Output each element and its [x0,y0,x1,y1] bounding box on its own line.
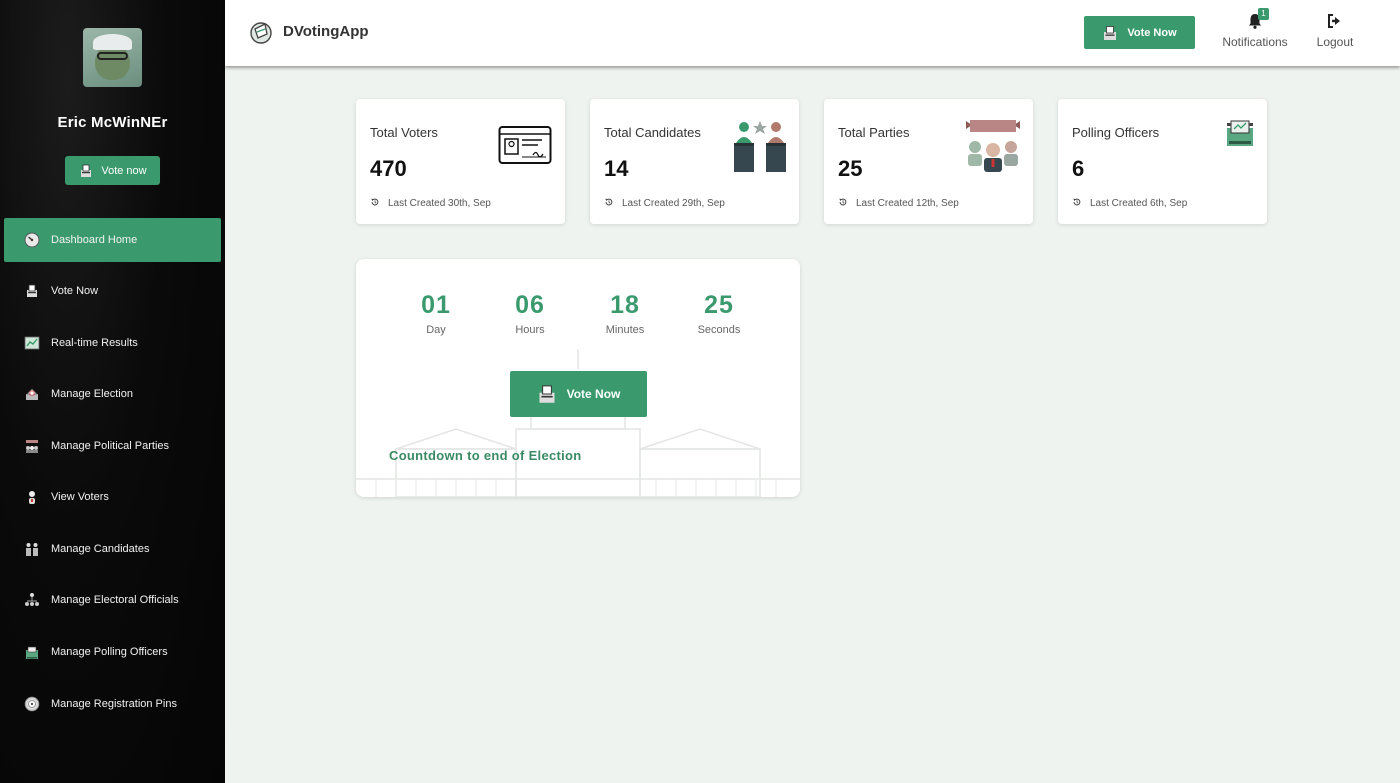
stat-card-total-candidates[interactable]: Total Candidates 14 Last Created 29th, S… [590,99,799,224]
history-icon [370,197,380,210]
countdown-value: 01 [421,291,451,319]
countdown-panel: 01 Day 06 Hours 18 Minutes 25 Seconds Vo… [356,259,800,497]
sidebar-item-label: Dashboard Home [51,234,138,246]
avatar-glasses [97,52,128,60]
sidebar-item-label: View Voters [51,491,109,503]
ballot-box-icon [78,163,94,179]
sidebar-item-real-time-results[interactable]: Real-time Results [4,321,221,365]
stat-meta: Last Created 30th, Sep [370,197,491,210]
stat-meta-text: Last Created 30th, Sep [388,198,491,209]
stat-label: Total Parties [838,125,910,140]
voter-icon [24,489,40,505]
polling-officer-icon [24,644,40,660]
candidates-icon [24,541,40,557]
sidebar-item-manage-polling-officers[interactable]: Manage Polling Officers [4,630,221,674]
countdown-unit-label: Hours [515,324,545,336]
history-icon [1072,197,1082,210]
notifications-label: Notifications [1222,35,1288,49]
stat-meta: Last Created 29th, Sep [604,197,725,210]
stat-label: Total Candidates [604,125,701,140]
sidebar-vote-label: Vote now [101,164,147,177]
sidebar-item-dashboard-home[interactable]: Dashboard Home [4,218,221,262]
logout-button[interactable]: Logout [1313,12,1357,49]
countdown-value: 06 [515,291,545,319]
header-vote-button[interactable]: Vote Now [1084,16,1195,49]
sidebar-vote-button[interactable]: Vote now [65,156,160,185]
ballot-box-icon [1102,25,1118,41]
stat-meta: Last Created 12th, Sep [838,197,959,210]
bell-icon: 1 [1246,8,1269,30]
notifications-button[interactable]: 1 Notifications [1220,8,1290,49]
sidebar-item-vote-now[interactable]: Vote Now [4,269,221,313]
logout-icon [1326,12,1344,30]
user-name: Eric McWinNEr [57,114,168,131]
stat-card-total-voters[interactable]: Total Voters 470 Last Created 30th, Sep [356,99,565,224]
results-chart-icon [24,335,40,351]
countdown-vote-label: Vote Now [566,387,621,401]
sidebar-item-label: Manage Polling Officers [51,646,168,658]
building-illustration [356,349,800,497]
logout-label: Logout [1316,35,1354,49]
stat-value: 14 [604,156,629,181]
ballot-box-icon [24,283,40,299]
stat-value: 470 [370,156,407,181]
countdown-minutes: 18 Minutes [585,291,665,336]
history-icon [838,197,848,210]
countdown-unit-label: Day [426,324,446,336]
sidebar: Eric McWinNEr Vote now Dashboard Home Vo… [0,0,225,783]
sidebar-item-label: Manage Candidates [51,543,150,555]
stat-value: 25 [838,156,863,181]
sidebar-item-label: Real-time Results [51,337,138,349]
header-vote-label: Vote Now [1127,26,1177,39]
sidebar-item-manage-candidates[interactable]: Manage Candidates [4,527,221,571]
countdown-value: 25 [704,291,734,319]
officials-icon [24,592,40,608]
stat-card-total-parties[interactable]: Total Parties 25 Last Created 12th, Sep [824,99,1033,224]
history-icon [604,197,614,210]
sidebar-item-label: Manage Political Parties [51,440,170,452]
avatar-hat [93,34,132,50]
stat-meta-text: Last Created 6th, Sep [1090,198,1188,209]
sidebar-item-label: Vote Now [51,285,99,297]
parties-icon [24,438,40,454]
countdown-hours: 06 Hours [490,291,570,336]
polling-officer-icon [1226,119,1254,152]
stat-meta: Last Created 6th, Sep [1072,197,1187,210]
countdown-value: 18 [610,291,640,319]
stat-value: 6 [1072,156,1085,181]
sidebar-item-manage-political-parties[interactable]: Manage Political Parties [4,424,221,468]
election-icon [24,386,40,402]
countdown-caption: Countdown to end of Election [389,448,582,463]
avatar[interactable] [83,28,142,87]
top-header: DVotingApp Vote Now 1 Notifications Logo… [225,0,1400,66]
stat-card-polling-officers[interactable]: Polling Officers 6 Last Created 6th, Sep [1058,99,1267,224]
candidates-podium-icon [732,119,788,178]
dashboard-gauge-icon [24,232,40,248]
countdown-days: 01 Day [396,291,476,336]
sidebar-item-label: Manage Registration Pins [51,698,177,710]
notifications-badge: 1 [1258,8,1269,20]
sidebar-item-label: Manage Election [51,388,133,400]
sidebar-item-manage-election[interactable]: Manage Election [4,372,221,416]
pin-icon [24,696,40,712]
countdown-vote-button[interactable]: Vote Now [510,371,647,417]
countdown-unit-label: Minutes [605,324,645,336]
ballot-box-icon [537,384,557,404]
sidebar-item-manage-electoral-officials[interactable]: Manage Electoral Officials [4,578,221,622]
sidebar-item-label: Manage Electoral Officials [51,594,179,606]
stat-meta-text: Last Created 12th, Sep [856,198,959,209]
stat-label: Polling Officers [1072,125,1160,140]
sidebar-item-view-voters[interactable]: View Voters [4,475,221,519]
app-title[interactable]: DVotingApp [283,23,369,40]
app-logo-icon[interactable] [249,20,273,44]
countdown-seconds: 25 Seconds [679,291,759,336]
id-card-icon [498,125,552,170]
stat-meta-text: Last Created 29th, Sep [622,198,725,209]
party-banner-icon [964,119,1022,178]
sidebar-item-manage-registration-pins[interactable]: Manage Registration Pins [4,682,221,726]
stat-label: Total Voters [370,125,438,140]
countdown-unit-label: Seconds [697,324,741,336]
